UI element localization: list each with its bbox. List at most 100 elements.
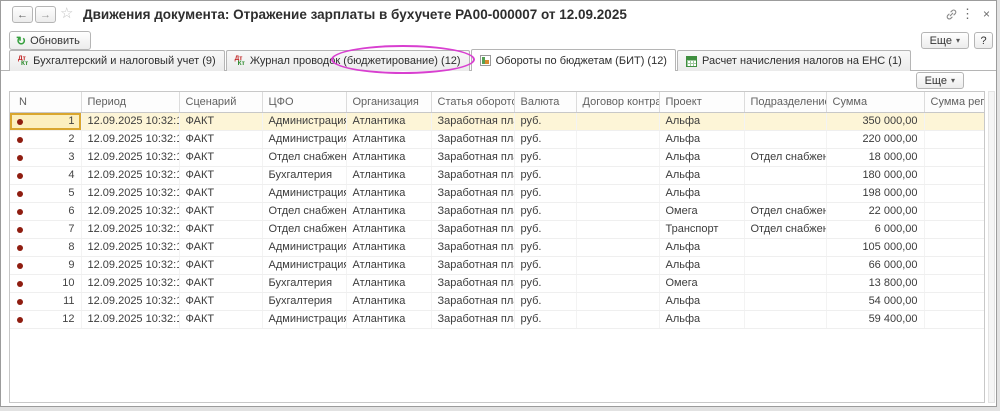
cell-cfo[interactable]: Администрация [262,184,346,202]
cell-article[interactable]: Заработная плата ... [431,238,514,256]
cell-department[interactable] [744,166,826,184]
cell-sum[interactable]: 350 000,00 [826,112,924,130]
cell-org[interactable]: Атлантика [346,166,431,184]
cell-contract[interactable] [576,202,659,220]
cell-org[interactable]: Атлантика [346,220,431,238]
row-number-cell[interactable]: 9 [10,256,81,274]
cell-cfo[interactable]: Администрация [262,238,346,256]
cell-scenario[interactable]: ФАКТ [179,166,262,184]
get-link-icon[interactable] [945,8,958,24]
cell-sum_regl[interactable] [924,166,985,184]
cell-contract[interactable] [576,292,659,310]
row-number-cell[interactable]: 10 [10,274,81,292]
cell-period[interactable]: 12.09.2025 10:32:15 [81,274,179,292]
table-header-cell[interactable]: Договор контрагента [576,92,659,112]
cell-department[interactable] [744,310,826,328]
cell-project[interactable]: Транспорт [659,220,744,238]
cell-sum_regl[interactable] [924,202,985,220]
cell-period[interactable]: 12.09.2025 10:32:15 [81,220,179,238]
table-row[interactable]: 212.09.2025 10:32:15ФАКТАдминистрацияАтл… [10,130,985,148]
cell-contract[interactable] [576,310,659,328]
refresh-button[interactable]: ↻ Обновить [9,31,91,50]
cell-project[interactable]: Альфа [659,238,744,256]
row-number-cell[interactable]: 2 [10,130,81,148]
cell-org[interactable]: Атлантика [346,238,431,256]
cell-period[interactable]: 12.09.2025 10:32:15 [81,130,179,148]
cell-project[interactable]: Альфа [659,112,744,130]
panel-more-button[interactable]: Еще ▾ [916,72,964,89]
tab-1[interactable]: ДтКтБухгалтерский и налоговый учет (9) [9,50,225,71]
table-row[interactable]: 1012.09.2025 10:32:15ФАКТБухгалтерияАтла… [10,274,985,292]
table-header-cell[interactable]: Статья оборотов [431,92,514,112]
cell-article[interactable]: Заработная плата ... [431,166,514,184]
cell-project[interactable]: Альфа [659,256,744,274]
table-row[interactable]: 1112.09.2025 10:32:15ФАКТБухгалтерияАтла… [10,292,985,310]
cell-currency[interactable]: руб. [514,184,576,202]
row-number-cell[interactable]: 5 [10,184,81,202]
row-number-cell[interactable]: 3 [10,148,81,166]
table-row[interactable]: 412.09.2025 10:32:15ФАКТБухгалтерияАтлан… [10,166,985,184]
help-button[interactable]: ? [974,32,993,49]
cell-period[interactable]: 12.09.2025 10:32:15 [81,238,179,256]
cell-sum_regl[interactable] [924,130,985,148]
cell-sum[interactable]: 220 000,00 [826,130,924,148]
cell-sum[interactable]: 13 800,00 [826,274,924,292]
cell-cfo[interactable]: Бухгалтерия [262,274,346,292]
cell-sum_regl[interactable] [924,148,985,166]
back-button[interactable]: ← [12,6,33,23]
table-header-cell[interactable]: Подразделение [744,92,826,112]
row-number-cell[interactable]: 12 [10,310,81,328]
cell-org[interactable]: Атлантика [346,112,431,130]
table-row[interactable]: 512.09.2025 10:32:15ФАКТАдминистрацияАтл… [10,184,985,202]
cell-project[interactable]: Альфа [659,184,744,202]
row-number-cell[interactable]: 4 [10,166,81,184]
more-button-top[interactable]: Еще ▾ [921,32,969,49]
cell-sum_regl[interactable] [924,238,985,256]
cell-project[interactable]: Альфа [659,148,744,166]
cell-scenario[interactable]: ФАКТ [179,112,262,130]
table-header-cell[interactable]: Сумма регл. [924,92,985,112]
cell-contract[interactable] [576,238,659,256]
cell-scenario[interactable]: ФАКТ [179,238,262,256]
cell-sum[interactable]: 18 000,00 [826,148,924,166]
cell-sum_regl[interactable] [924,220,985,238]
cell-currency[interactable]: руб. [514,112,576,130]
table-row[interactable]: 312.09.2025 10:32:15ФАКТОтдел снабженияА… [10,148,985,166]
cell-department[interactable] [744,112,826,130]
cell-department[interactable] [744,184,826,202]
table-row[interactable]: 912.09.2025 10:32:15ФАКТАдминистрацияАтл… [10,256,985,274]
cell-currency[interactable]: руб. [514,130,576,148]
table-row[interactable]: 712.09.2025 10:32:15ФАКТОтдел снабженияА… [10,220,985,238]
tab-3[interactable]: Обороты по бюджетам (БИТ) (12) [471,49,676,71]
cell-org[interactable]: Атлантика [346,310,431,328]
table-row[interactable]: 812.09.2025 10:32:15ФАКТАдминистрацияАтл… [10,238,985,256]
cell-period[interactable]: 12.09.2025 10:32:15 [81,256,179,274]
table-header-cell[interactable]: Валюта [514,92,576,112]
cell-article[interactable]: Заработная плата [431,220,514,238]
cell-department[interactable] [744,256,826,274]
menu-dots-icon[interactable]: ⋮ [961,7,974,21]
cell-sum[interactable]: 198 000,00 [826,184,924,202]
favorite-star-icon[interactable]: ☆ [60,4,73,22]
cell-cfo[interactable]: Отдел снабжения [262,148,346,166]
cell-sum[interactable]: 22 000,00 [826,202,924,220]
cell-cfo[interactable]: Отдел снабжения [262,220,346,238]
cell-project[interactable]: Омега [659,202,744,220]
cell-sum[interactable]: 54 000,00 [826,292,924,310]
cell-article[interactable]: Заработная плата [431,202,514,220]
vertical-scrollbar[interactable] [988,91,995,403]
cell-article[interactable]: Заработная плата ... [431,184,514,202]
cell-department[interactable] [744,130,826,148]
cell-article[interactable]: Заработная плата ... [431,130,514,148]
cell-article[interactable]: Заработная плата [431,148,514,166]
cell-scenario[interactable]: ФАКТ [179,130,262,148]
cell-currency[interactable]: руб. [514,310,576,328]
cell-article[interactable]: Заработная плата ... [431,112,514,130]
cell-period[interactable]: 12.09.2025 10:32:15 [81,184,179,202]
cell-project[interactable]: Альфа [659,130,744,148]
cell-cfo[interactable]: Администрация [262,130,346,148]
tab-4[interactable]: Расчет начисления налогов на ЕНС (1) [677,50,911,71]
cell-period[interactable]: 12.09.2025 10:32:15 [81,166,179,184]
cell-org[interactable]: Атлантика [346,130,431,148]
cell-period[interactable]: 12.09.2025 10:32:15 [81,310,179,328]
